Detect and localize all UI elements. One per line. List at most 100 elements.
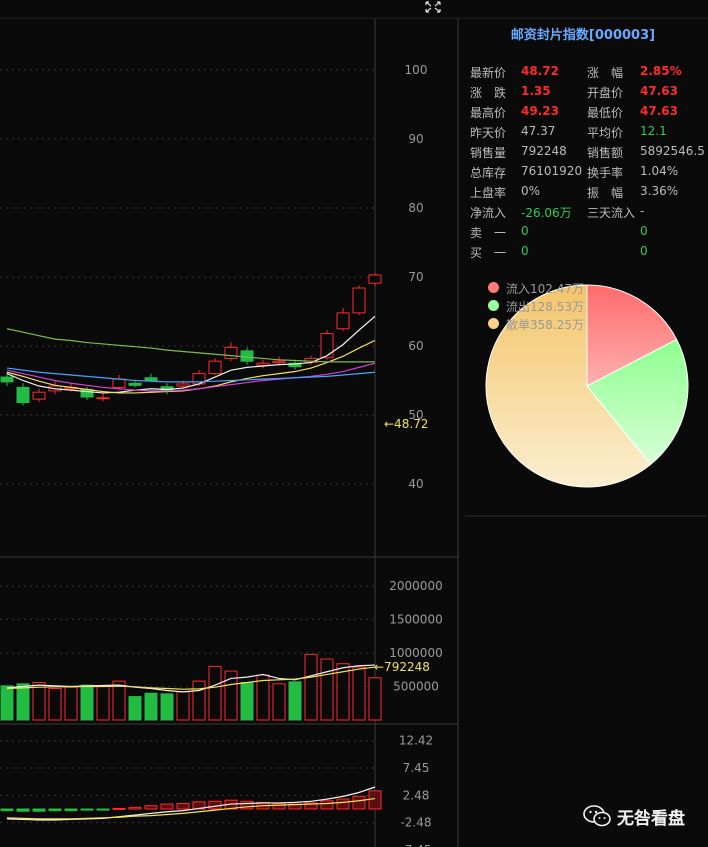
legend-label: 散单358.25万: [506, 318, 584, 332]
quote-value: 47.37: [521, 124, 556, 138]
macd-bar: [128, 806, 142, 810]
price-tick-label: 100: [405, 63, 428, 77]
quote-label: 买 一: [470, 246, 507, 260]
quote-label: 销售量: [470, 146, 507, 160]
quote-label: 换手率: [587, 166, 624, 180]
candle: [208, 360, 222, 375]
legend-label: 流入102.47万: [506, 282, 584, 296]
chart-marks: [0, 272, 382, 821]
macd-bar: [112, 807, 126, 810]
volume-bar: [352, 666, 366, 721]
macd-bar: [64, 808, 78, 812]
volume-bar: [96, 686, 110, 721]
legend-item: 散单358.25万: [488, 316, 584, 334]
quote-label: 最高价: [470, 106, 507, 120]
macd-bar: [48, 808, 62, 812]
volume-bar: [144, 692, 158, 721]
quote-value: 0: [521, 224, 529, 238]
macd-bar: [240, 800, 254, 810]
volume-bar: [160, 693, 174, 721]
candle: [112, 378, 126, 388]
volume-tick-label: 2000000: [389, 579, 442, 593]
legend-item: 流入102.47万: [488, 280, 584, 298]
legend-dot: [488, 318, 499, 329]
volume-tick-label: 500000: [393, 680, 439, 694]
quote-value: 0: [640, 224, 648, 238]
macd-bar: [320, 800, 334, 810]
volume-ma-line: [6, 664, 376, 693]
volume-bar: [240, 681, 254, 721]
quote-row: 卖 一 0 0: [470, 224, 706, 242]
macd-tick-label: -7.45: [400, 843, 431, 847]
quote-value: 792248: [521, 144, 567, 158]
macd-tick-label: 7.45: [403, 761, 430, 775]
quote-value: 3.36%: [640, 184, 679, 198]
quote-value: 1.35: [521, 84, 551, 98]
volume-bar: [64, 686, 78, 721]
quote-label: 开盘价: [587, 86, 624, 100]
quote-value: -26.06万: [521, 206, 572, 220]
macd-bar: [352, 795, 366, 810]
quote-value: 49.23: [521, 104, 559, 118]
quote-row: 最高价 49.23 最低价 47.63: [470, 104, 706, 122]
legend-label: 流出128.53万: [506, 300, 584, 314]
quote-value: 47.63: [640, 104, 678, 118]
price-tick-label: 70: [408, 270, 423, 284]
quote-value: 0: [521, 244, 529, 258]
volume-bar: [320, 658, 334, 721]
legend-dot: [488, 300, 499, 311]
volume-bar: [112, 680, 126, 721]
macd-dea-line: [6, 797, 376, 820]
macd-bar: [80, 808, 94, 811]
legend-item: 流出128.53万: [488, 298, 584, 316]
last-volume-label: ←792248: [374, 660, 430, 674]
candle: [240, 350, 254, 362]
volume-bar: [32, 681, 46, 721]
macd-bar: [176, 803, 190, 810]
quote-value: 0%: [521, 184, 541, 198]
quote-row: 净流入 -26.06万 三天流入 -: [470, 204, 706, 222]
volume-bar: [272, 683, 286, 721]
quote-row: 最新价 48.72 涨 幅 2.85%: [470, 64, 706, 82]
watermark-text: 无咎看盘: [617, 809, 685, 829]
candle: [32, 391, 46, 400]
candle: [16, 386, 30, 404]
quote-row: 总库存 76101920 换手率 1.04%: [470, 164, 706, 182]
volume-bar: [256, 674, 270, 721]
quote-row: 上盘率 0% 振 幅 3.36%: [470, 184, 706, 202]
price-tick-label: 80: [408, 201, 423, 215]
quote-label: 三天流入: [587, 206, 636, 220]
quote-value: 0: [640, 244, 648, 258]
price-tick-label: 90: [408, 132, 423, 146]
macd-tick-label: 2.48: [403, 788, 430, 802]
quote-label: 上盘率: [470, 186, 507, 200]
quote-value: 12.1: [640, 124, 667, 138]
quote-label: 最低价: [587, 106, 624, 120]
volume-tick-label: 1500000: [389, 613, 442, 627]
quote-value: -: [640, 204, 645, 218]
wechat-icon: [583, 805, 611, 827]
expand-arrows-icon[interactable]: [424, 0, 442, 14]
volume-bar: [176, 691, 190, 721]
volume-bar: [0, 685, 14, 721]
volume-tick-label: 1000000: [389, 646, 442, 660]
volume-bar: [80, 684, 94, 721]
macd-bar: [368, 790, 382, 810]
candle: [96, 397, 110, 400]
quote-label: 总库存: [470, 166, 507, 180]
macd-bar: [16, 808, 30, 812]
quote-label: 涨 幅: [587, 66, 624, 80]
macd-tick-label: 12.42: [399, 734, 433, 748]
quote-label: 涨 跌: [470, 86, 507, 100]
legend-dot: [488, 282, 499, 293]
quote-label: 净流入: [470, 206, 507, 220]
last-price-label: ←48.72: [384, 417, 428, 431]
candle: [224, 346, 238, 359]
quote-label: 昨天价: [470, 126, 507, 140]
quote-label: 平均价: [587, 126, 624, 140]
quote-value: 1.04%: [640, 164, 679, 178]
quote-value: 76101920: [521, 164, 583, 178]
macd-bar: [160, 803, 174, 810]
candle: [336, 312, 350, 330]
quote-label: 卖 一: [470, 226, 507, 240]
